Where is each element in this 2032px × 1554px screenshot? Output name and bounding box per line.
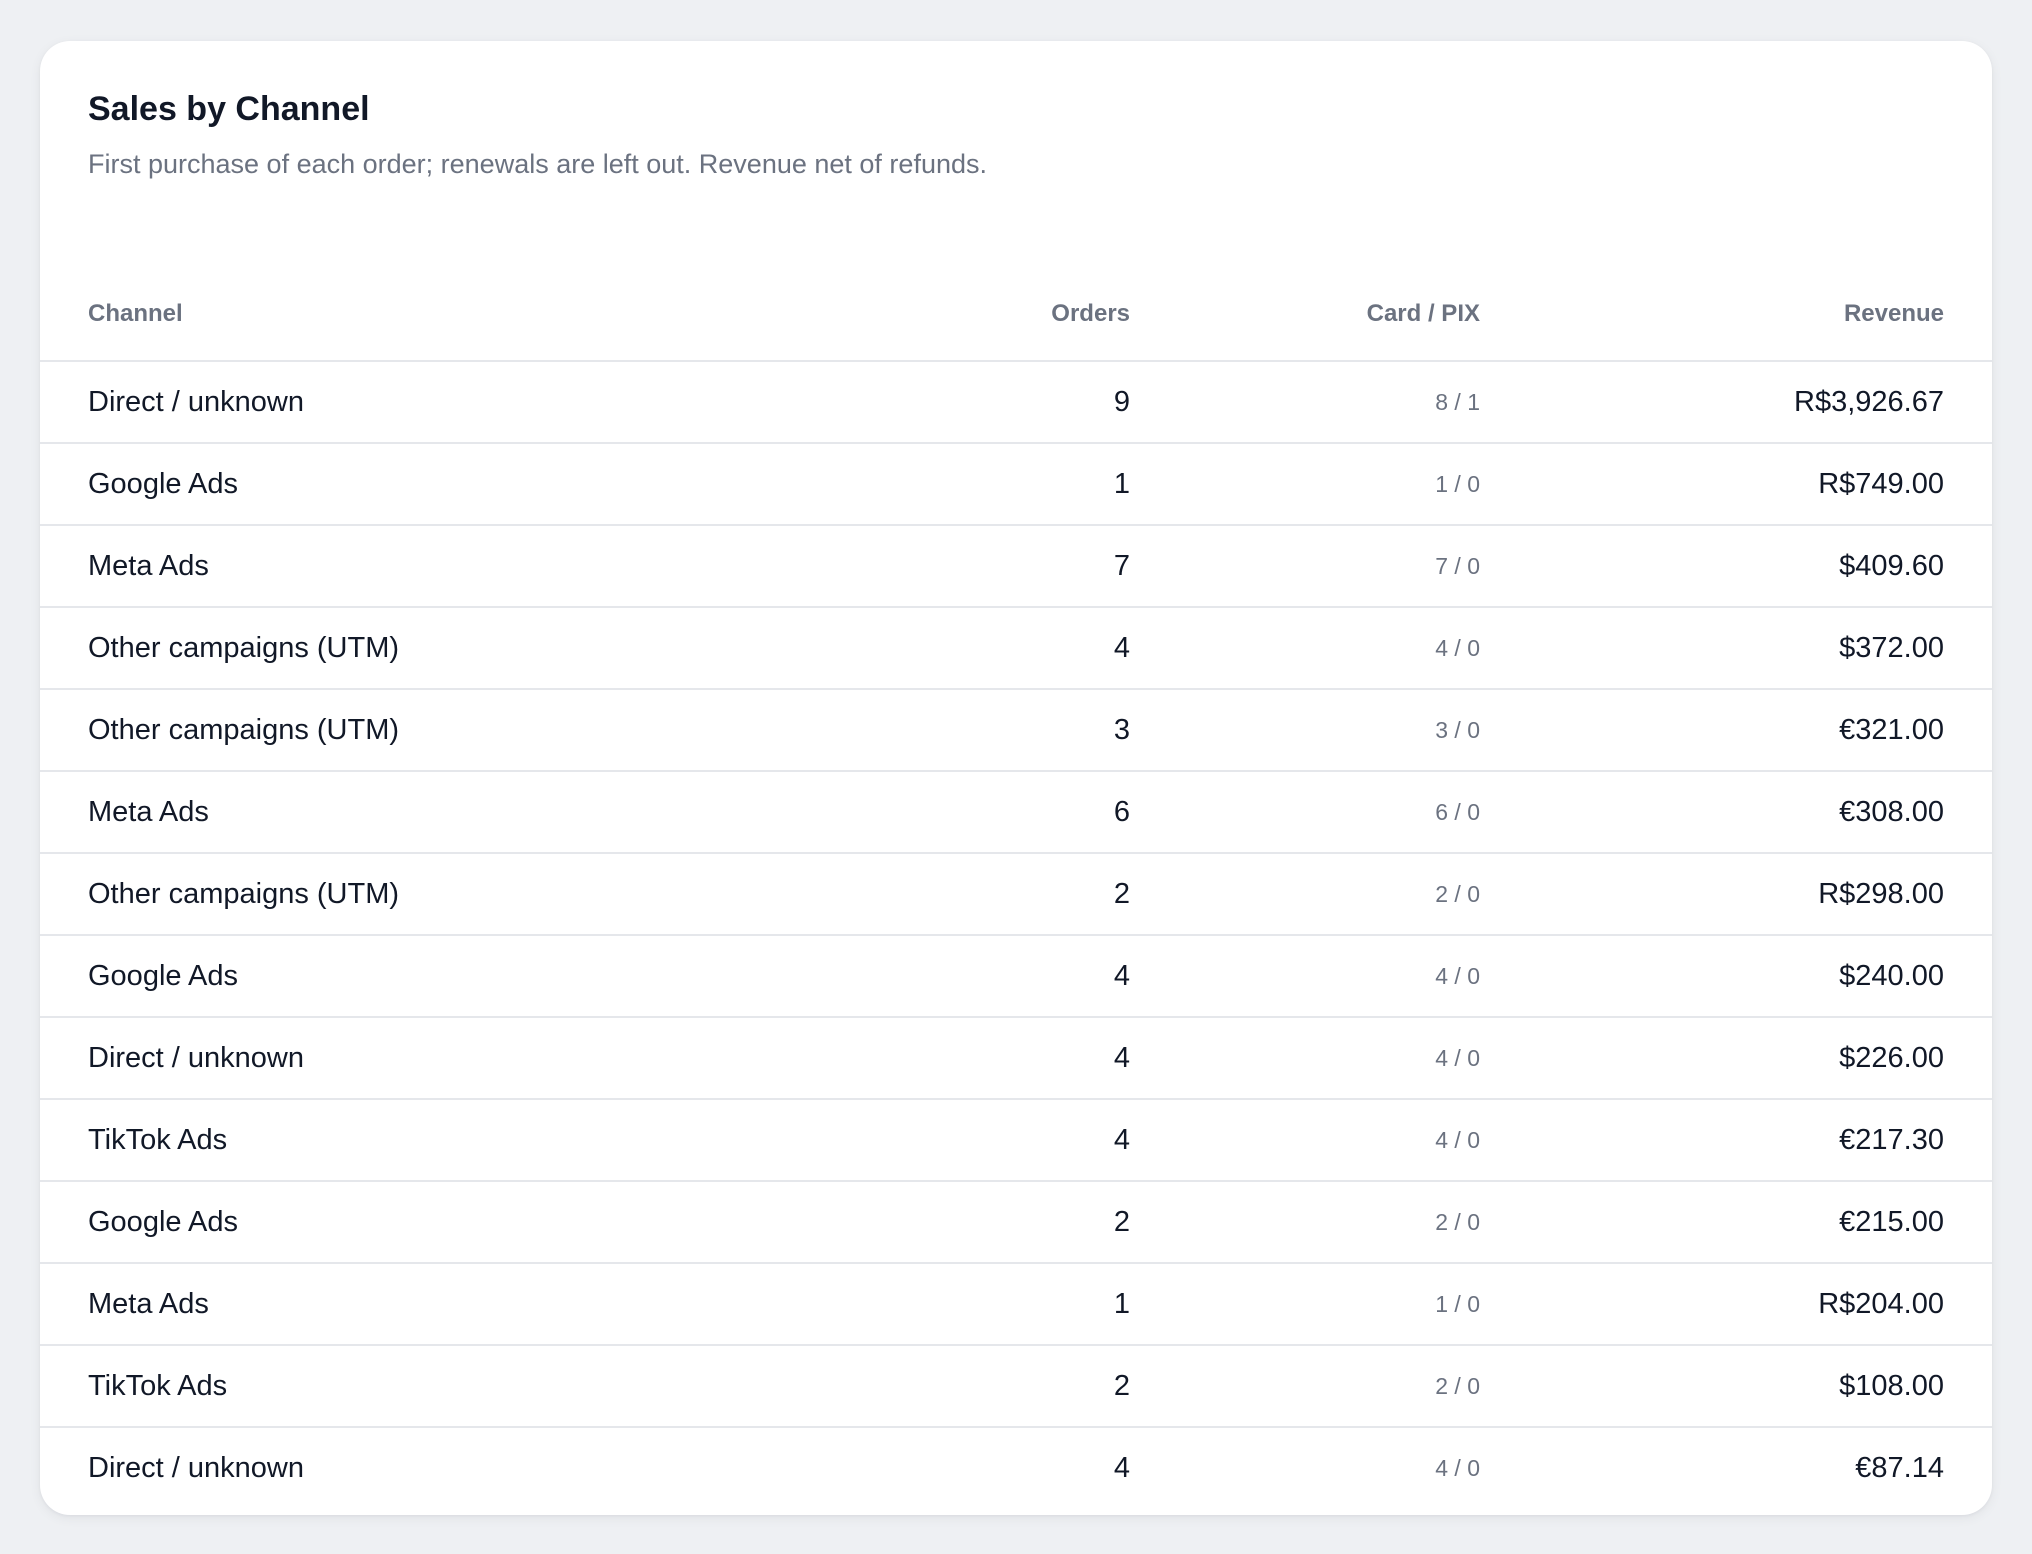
cell-channel: TikTok Ads [40,1345,630,1428]
table-row[interactable]: TikTok Ads 4 4 / 0 €217.30 [40,1099,1992,1182]
cell-card-pix: 4 / 0 [1435,1454,1480,1481]
cell-orders: 9 [630,361,1130,444]
cell-revenue: R$204.00 [1480,1263,1992,1346]
cell-revenue: €217.30 [1480,1099,1992,1182]
cell-card-pix: 1 / 0 [1130,1263,1480,1346]
cell-channel: Direct / unknown [40,1017,630,1100]
cell-orders: 4 [630,935,1130,1018]
cell-channel: Direct / unknown [40,361,630,444]
cell-channel: Other campaigns (UTM) [40,689,630,772]
cell-channel: Google Ads [40,443,630,526]
cell-card-pix: 4 / 0 [1130,935,1480,1018]
cell-card-pix: 8 / 1 [1130,361,1480,444]
cell-orders: 4 [630,1099,1130,1182]
table-row[interactable]: TikTok Ads 2 2 / 0 $108.00 [40,1345,1992,1428]
cell-revenue: R$749.00 [1480,443,1992,526]
cell-card-pix: 4 / 0 [1130,607,1480,690]
cell-channel: TikTok Ads [40,1099,630,1182]
cell-orders: 7 [630,525,1130,608]
sales-table: Channel Orders Card / PIX Revenue Direct… [40,267,1992,1508]
card-title: Sales by Channel [88,90,370,128]
cell-orders: 3 [630,689,1130,772]
cell-revenue: $409.60 [1480,525,1992,608]
table-row[interactable]: Meta Ads 1 1 / 0 R$204.00 [40,1263,1992,1346]
cell-orders: 1 [630,1263,1130,1346]
cell-revenue: €87.14 [1855,1451,1944,1484]
card-subtitle: First purchase of each order; renewals a… [88,149,987,179]
cell-revenue: $226.00 [1480,1017,1992,1100]
table-row[interactable]: Direct / unknown 9 8 / 1 R$3,926.67 [40,361,1992,444]
cell-orders: 2 [630,1181,1130,1264]
column-header-revenue[interactable]: Revenue [1480,267,1992,362]
cell-revenue: $108.00 [1480,1345,1992,1428]
cell-channel: Other campaigns (UTM) [40,853,630,936]
cell-orders: 2 [630,853,1130,936]
cell-card-pix: 4 / 0 [1130,1017,1480,1100]
table-body: Direct / unknown 9 8 / 1 R$3,926.67 Google A… [40,361,1992,1508]
cell-revenue: $240.00 [1480,935,1992,1018]
table-row[interactable]: Other campaigns (UTM) 3 3 / 0 €321.00 [40,689,1992,772]
cell-revenue: €215.00 [1480,1181,1992,1264]
column-header-channel[interactable]: Channel [40,267,630,362]
cell-revenue: R$3,926.67 [1480,361,1992,444]
cell-channel: Other campaigns (UTM) [40,607,630,690]
cell-revenue: R$298.00 [1480,853,1992,936]
cell-orders: 4 [630,607,1130,690]
cell-card-pix: 1 / 0 [1130,443,1480,526]
table-header-row: Channel Orders Card / PIX Revenue [40,267,1992,362]
table-row[interactable]: Meta Ads 6 6 / 0 €308.00 [40,771,1992,854]
cell-channel: Direct / unknown [88,1451,304,1484]
sales-by-channel-card: Sales by Channel First purchase of each … [40,41,1992,1515]
table-row[interactable]: Meta Ads 7 7 / 0 $409.60 [40,525,1992,608]
table-row[interactable]: Other campaigns (UTM) 2 2 / 0 R$298.00 [40,853,1992,936]
cell-card-pix: 2 / 0 [1130,1181,1480,1264]
cell-channel: Meta Ads [40,525,630,608]
cell-card-pix: 3 / 0 [1130,689,1480,772]
table-row[interactable]: Other campaigns (UTM) 4 4 / 0 $372.00 [40,607,1992,690]
column-header-orders[interactable]: Orders [630,267,1130,362]
cell-orders: 4 [1113,1451,1130,1484]
table-row[interactable]: Direct / unknown 4 4 / 0 $226.00 [40,1017,1992,1100]
table-row[interactable]: Google Ads 1 1 / 0 R$749.00 [40,443,1992,526]
cell-channel: Meta Ads [40,771,630,854]
table-row[interactable]: Direct / unknown 4 4 / 0 €87.14 [40,1427,1992,1508]
cell-card-pix: 6 / 0 [1130,771,1480,854]
cell-revenue: €321.00 [1480,689,1992,772]
cell-channel: Meta Ads [40,1263,630,1346]
cell-revenue: $372.00 [1480,607,1992,690]
cell-orders: 2 [630,1345,1130,1428]
cell-orders: 1 [630,443,1130,526]
cell-channel: Google Ads [40,935,630,1018]
cell-card-pix: 4 / 0 [1130,1099,1480,1182]
cell-card-pix: 2 / 0 [1130,1345,1480,1428]
cell-card-pix: 7 / 0 [1130,525,1480,608]
cell-channel: Google Ads [40,1181,630,1264]
cell-revenue: €308.00 [1480,771,1992,854]
table-row[interactable]: Google Ads 2 2 / 0 €215.00 [40,1181,1992,1264]
cell-card-pix: 2 / 0 [1130,853,1480,936]
column-header-card-pix[interactable]: Card / PIX [1130,267,1480,362]
table-row[interactable]: Google Ads 4 4 / 0 $240.00 [40,935,1992,1018]
cell-orders: 6 [630,771,1130,854]
cell-orders: 4 [630,1017,1130,1100]
